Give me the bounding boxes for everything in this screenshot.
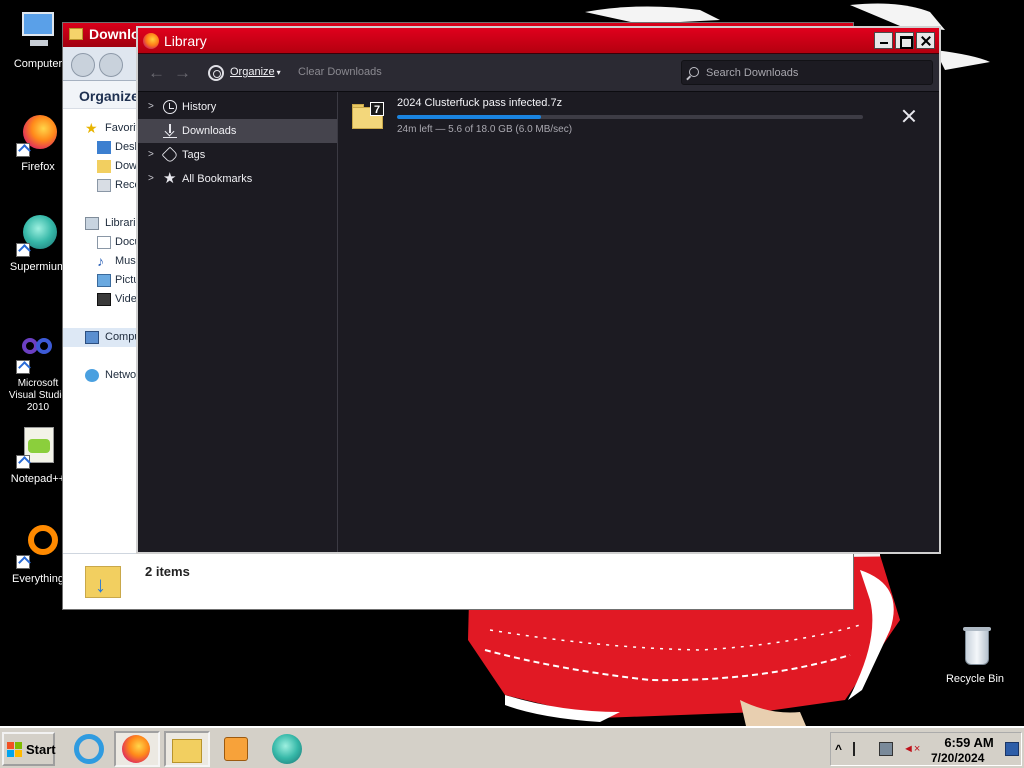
libraries-icon <box>85 217 99 230</box>
downloads-list: 7 2024 Clusterfuck pass infected.7z 24m … <box>339 92 939 552</box>
library-sidebar: > History Downloads > Tags > ★ All Bookm… <box>138 92 338 552</box>
search-icon <box>689 67 699 77</box>
firefox-icon <box>122 735 150 763</box>
network-icon <box>85 369 99 382</box>
back-arrow-icon[interactable]: ← <box>148 64 165 81</box>
volume-muted-icon[interactable]: ◄× <box>903 742 920 756</box>
maximize-button[interactable] <box>895 32 914 49</box>
star-icon: ★ <box>85 120 98 136</box>
gear-icon[interactable] <box>208 65 224 81</box>
folder-icon <box>69 28 83 40</box>
videos-icon <box>97 293 111 306</box>
recycle-bin-icon <box>953 625 997 669</box>
download-status: 24m left — 5.6 of 18.0 GB (6.0 MB/sec) <box>397 124 573 135</box>
forward-arrow-icon[interactable]: → <box>174 64 191 81</box>
firefox-icon <box>143 33 159 49</box>
computer-icon <box>16 10 60 54</box>
search-box[interactable] <box>681 60 933 85</box>
desktop-icon <box>97 141 111 154</box>
tree-item-favorites[interactable]: ★Favorites <box>63 119 137 138</box>
sidebar-item-history[interactable]: > History <box>138 95 337 119</box>
windows-logo-icon <box>7 742 23 757</box>
supermium-icon <box>272 734 302 764</box>
taskbar-explorer[interactable] <box>164 731 210 767</box>
download-progress-fill <box>397 115 542 119</box>
visual-studio-icon <box>16 330 60 374</box>
clock-date[interactable]: 7/20/2024 <box>931 751 984 765</box>
window-controls <box>874 32 935 49</box>
start-button[interactable]: Start <box>2 732 56 766</box>
tree-item-pictures[interactable]: Pictures <box>63 271 137 290</box>
desktop-icon-recycle-bin[interactable]: Recycle Bin <box>940 625 1010 685</box>
everything-icon <box>16 525 60 569</box>
tree-item-libraries[interactable]: Libraries <box>63 214 137 233</box>
library-body: > History Downloads > Tags > ★ All Bookm… <box>138 92 939 552</box>
chevron-right-icon[interactable]: > <box>148 167 154 191</box>
downloads-folder-icon <box>97 160 111 173</box>
explorer-organize-button[interactable]: Organize <box>79 88 139 104</box>
chevron-right-icon[interactable]: > <box>148 143 154 167</box>
network-icon[interactable] <box>879 742 893 756</box>
system-tray: ^ ◄× 6:59 AM 7/20/2024 <box>830 732 1022 766</box>
action-center-flag-icon[interactable] <box>853 742 867 756</box>
tree-item-desktop[interactable]: Desktop <box>63 138 137 157</box>
downloads-folder-icon: ↓ <box>85 560 121 600</box>
firefox-icon <box>16 113 60 157</box>
taskbar-supermium[interactable] <box>266 731 312 767</box>
recent-places-icon <box>97 179 111 192</box>
tag-icon <box>161 146 179 164</box>
media-player-icon <box>224 737 248 761</box>
tree-item-network[interactable]: Network <box>63 366 137 385</box>
organize-menu-button[interactable]: Organize ▾ <box>230 66 281 78</box>
tree-item-videos[interactable]: Videos <box>63 290 137 309</box>
chevron-up-icon[interactable]: ^ <box>835 742 849 756</box>
back-button[interactable] <box>71 53 95 77</box>
clear-downloads-button[interactable]: Clear Downloads <box>298 66 382 78</box>
folder-icon <box>172 739 202 763</box>
star-icon: ★ <box>163 170 177 187</box>
taskbar-firefox[interactable] <box>114 731 160 767</box>
sidebar-item-downloads[interactable]: Downloads <box>138 119 337 143</box>
7z-archive-icon: 7 <box>352 102 384 130</box>
tree-item-computer[interactable]: Computer <box>63 328 137 347</box>
library-titlebar[interactable]: Library <box>138 28 939 54</box>
tree-item-recent-places[interactable]: Recent Places <box>63 176 137 195</box>
tree-item-downloads[interactable]: Downloads <box>63 157 137 176</box>
search-input[interactable] <box>706 64 926 82</box>
explorer-details-pane: ↓ 2 items <box>63 553 853 609</box>
download-filename: 2024 Clusterfuck pass infected.7z <box>397 97 563 109</box>
taskbar-internet-explorer[interactable] <box>66 731 112 767</box>
close-button[interactable] <box>916 32 935 49</box>
taskbar: Start ^ ◄× 6:59 AM 7/20/2024 <box>0 726 1024 768</box>
library-toolbar: ← → Organize ▾ Clear Downloads <box>138 54 939 92</box>
item-count: 2 items <box>145 564 190 579</box>
library-title: Library <box>164 33 207 49</box>
tree-item-documents[interactable]: Documents <box>63 233 137 252</box>
download-progress-bar <box>397 115 863 119</box>
taskbar-media-player[interactable] <box>214 731 260 767</box>
explorer-nav-pane: ★Favorites Desktop Downloads Recent Plac… <box>63 111 137 553</box>
internet-explorer-icon <box>74 734 104 764</box>
chevron-right-icon[interactable]: > <box>148 95 154 119</box>
forward-button[interactable] <box>99 53 123 77</box>
clock-time[interactable]: 6:59 AM <box>939 735 999 750</box>
tree-item-music[interactable]: ♪Music <box>63 252 137 271</box>
computer-icon <box>85 331 99 344</box>
supermium-icon <box>16 213 60 257</box>
show-desktop-icon[interactable] <box>1005 742 1019 756</box>
pictures-icon <box>97 274 111 287</box>
notepad-plus-plus-icon <box>16 425 60 469</box>
chevron-down-icon: ▾ <box>276 68 281 77</box>
documents-icon <box>97 236 111 249</box>
minimize-button[interactable] <box>874 32 893 49</box>
cancel-download-icon[interactable] <box>900 107 918 125</box>
sidebar-item-all-bookmarks[interactable]: > ★ All Bookmarks <box>138 167 337 191</box>
download-icon <box>163 124 177 138</box>
download-item[interactable]: 7 2024 Clusterfuck pass infected.7z 24m … <box>339 92 939 142</box>
library-window: Library ← → Organize▾ Clear Downloads > … <box>136 26 941 554</box>
sidebar-item-tags[interactable]: > Tags <box>138 143 337 167</box>
music-icon: ♪ <box>97 253 104 269</box>
clock-icon <box>163 100 177 114</box>
